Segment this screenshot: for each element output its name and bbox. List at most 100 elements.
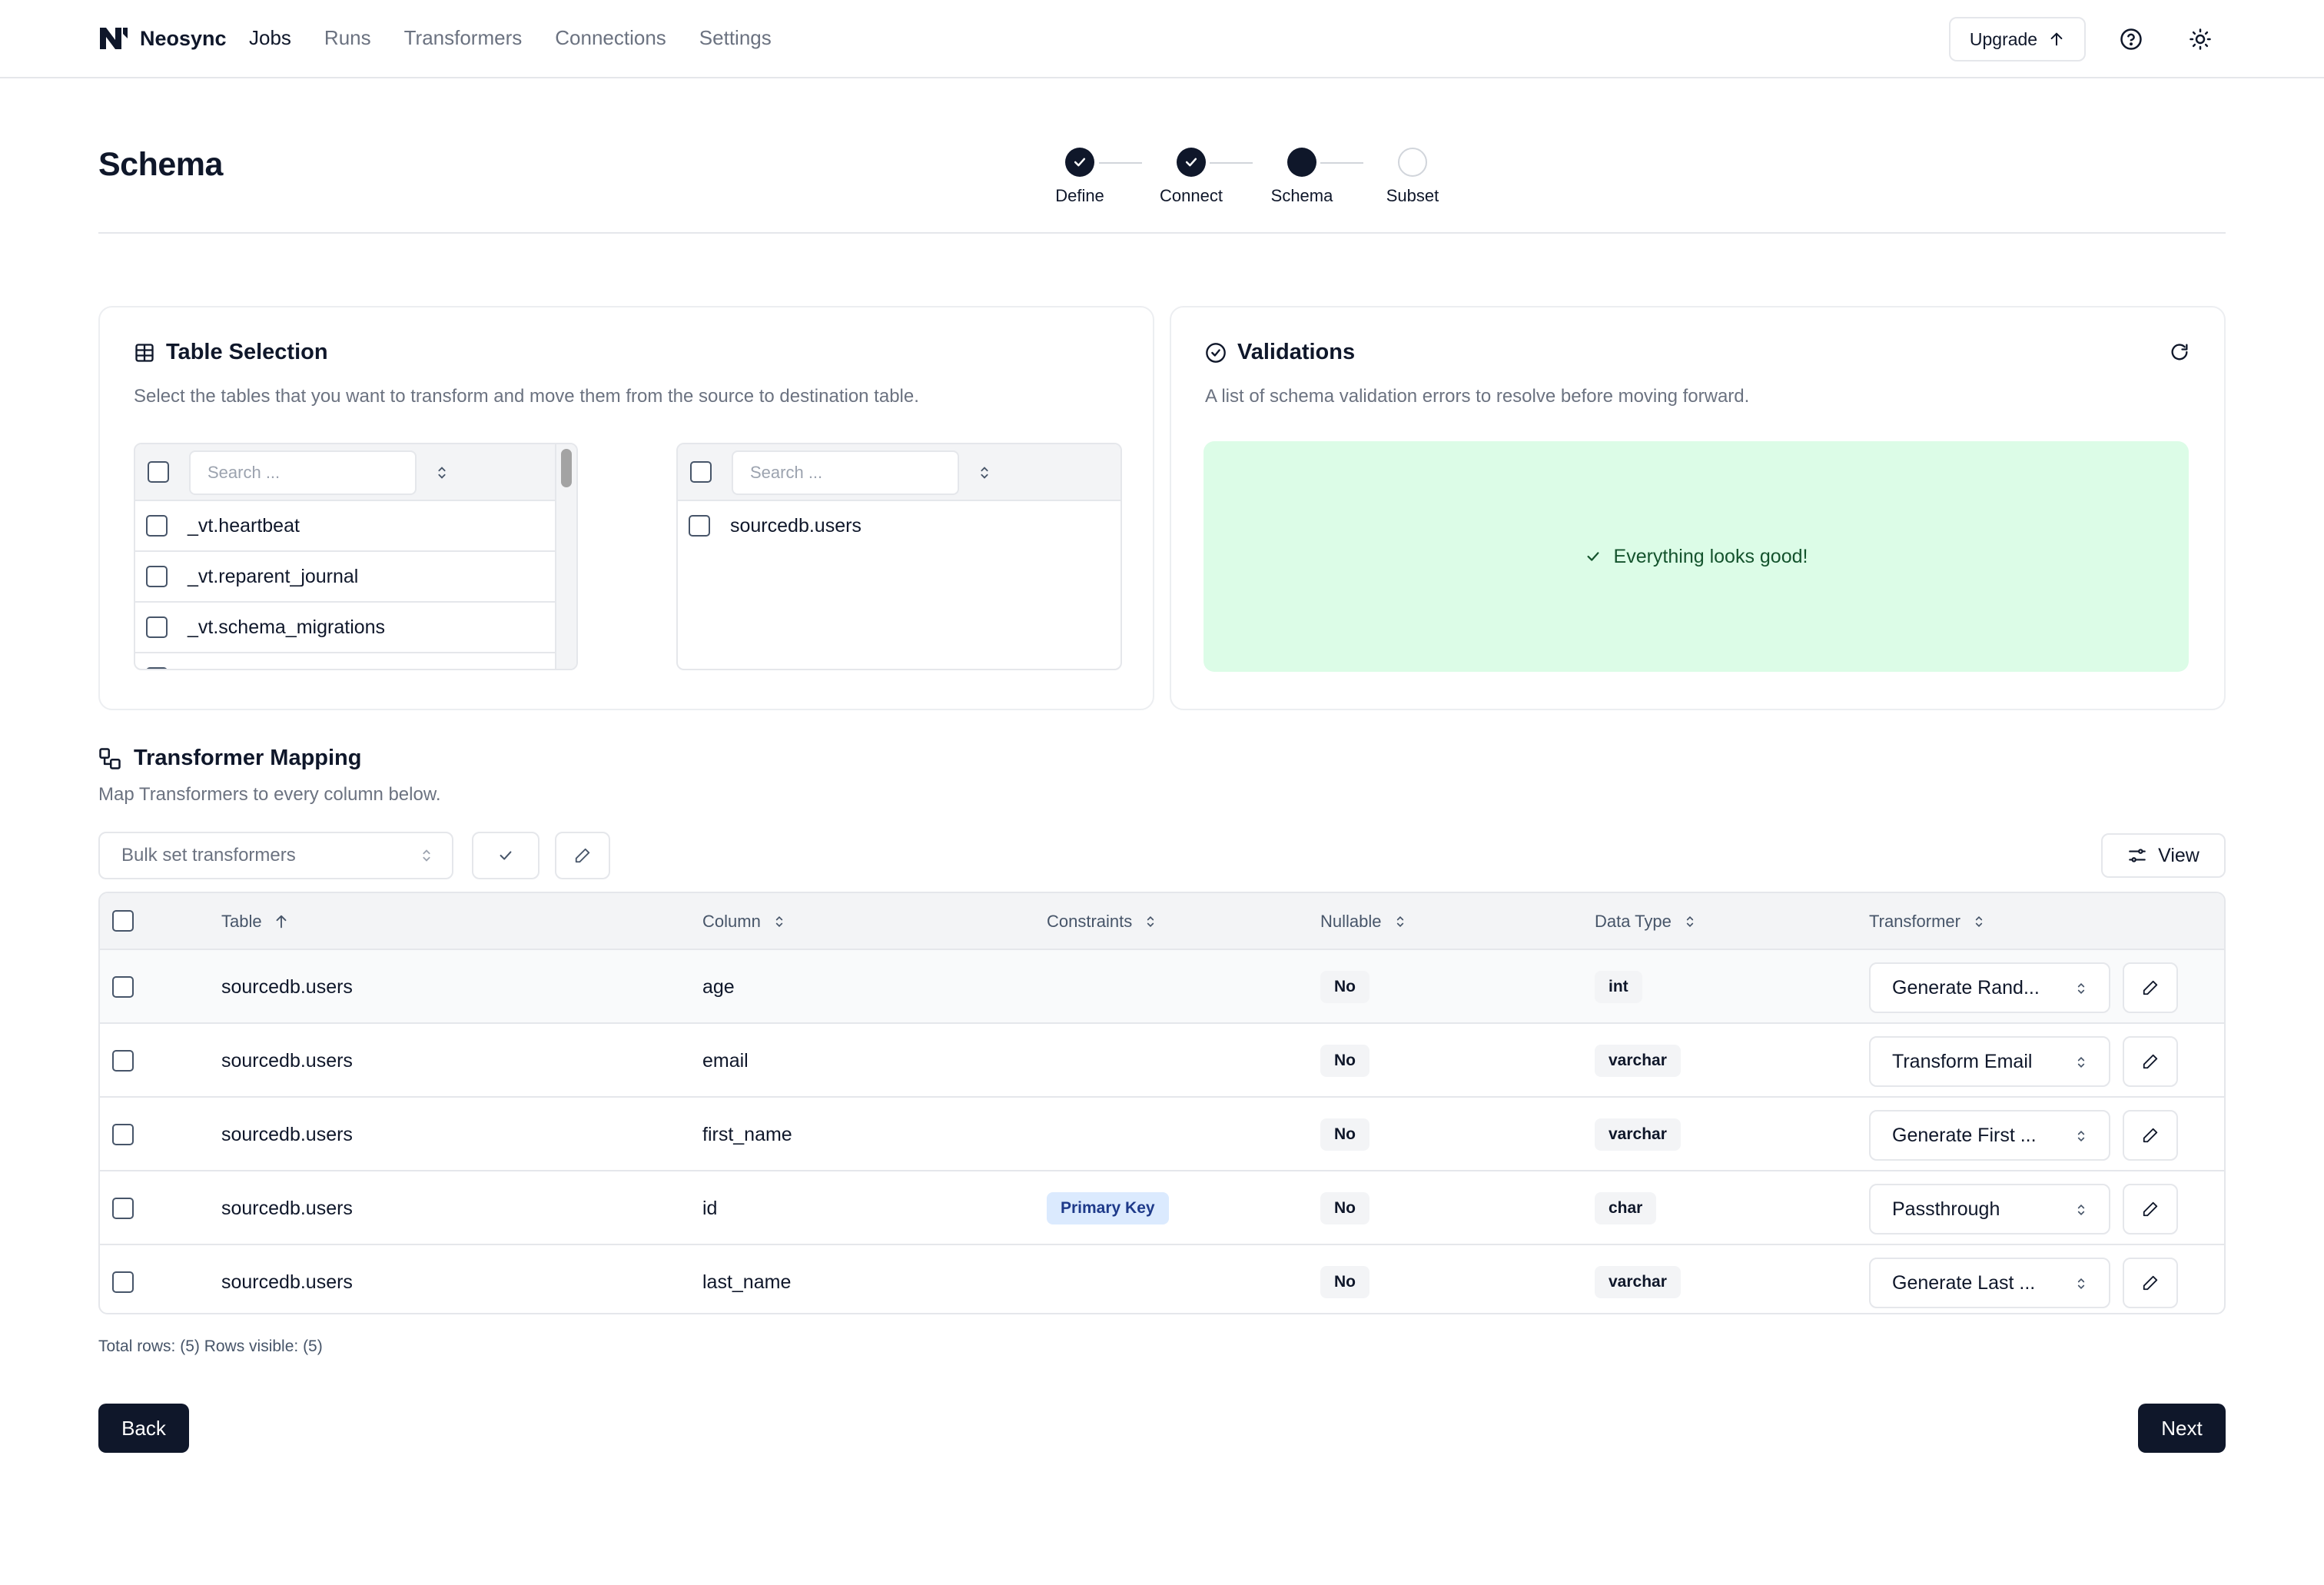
sliders-icon: [2129, 849, 2146, 862]
list-item[interactable]: sourcedb.users: [678, 501, 1120, 552]
nullable-badge: No: [1320, 1192, 1370, 1224]
app-logo[interactable]: Neosync: [98, 23, 227, 54]
table-row[interactable]: sourcedb.users id Primary Key No char Pa…: [100, 1171, 2224, 1245]
cell-column: age: [702, 976, 735, 998]
destination-search-input[interactable]: Search ...: [732, 450, 959, 495]
sort-icon[interactable]: [976, 463, 993, 483]
bulk-edit-button[interactable]: [555, 832, 610, 879]
transformer-select[interactable]: Transform Email: [1869, 1036, 2110, 1087]
step-connect: Connect: [1134, 148, 1249, 206]
arrow-up-icon: [2050, 32, 2063, 46]
cell-column: id: [702, 1198, 718, 1219]
destination-select-all-checkbox[interactable]: [690, 461, 712, 483]
item-checkbox[interactable]: [146, 667, 168, 669]
item-checkbox[interactable]: [146, 566, 168, 587]
header-label: Data Type: [1595, 912, 1672, 931]
edit-transformer-button[interactable]: [2123, 1036, 2178, 1087]
item-checkbox[interactable]: [689, 515, 710, 537]
step-schema: Schema: [1244, 148, 1360, 206]
chevron-up-down-icon: [2077, 1056, 2085, 1068]
header-label: Constraints: [1047, 912, 1133, 931]
item-checkbox[interactable]: [146, 616, 168, 638]
transformer-select[interactable]: Generate First ...: [1869, 1110, 2110, 1161]
source-list-header: Search ...: [135, 444, 576, 501]
validations-title: Validations: [1205, 340, 1355, 365]
table-row[interactable]: sourcedb.users last_name No varchar Gene…: [100, 1245, 2224, 1313]
cell-table: sourcedb.users: [221, 1050, 353, 1072]
edit-transformer-button[interactable]: [2123, 962, 2178, 1013]
back-button[interactable]: Back: [98, 1404, 189, 1453]
cell-column: email: [702, 1050, 749, 1072]
section-title-text: Transformer Mapping: [134, 746, 362, 770]
sort-icon: [1396, 915, 1403, 928]
nav-jobs[interactable]: Jobs: [249, 26, 291, 50]
row-checkbox[interactable]: [112, 1124, 134, 1145]
row-checkbox[interactable]: [112, 1198, 134, 1219]
refresh-button[interactable]: [2166, 338, 2193, 366]
list-item[interactable]: _vt.schema_migrations: [135, 603, 576, 653]
step-complete-indicator: [1065, 148, 1094, 177]
row-checkbox[interactable]: [112, 1271, 134, 1293]
next-button[interactable]: Next: [2138, 1404, 2226, 1453]
source-list-scrollbar[interactable]: [555, 444, 576, 669]
bulk-apply-button[interactable]: [472, 832, 540, 879]
list-item[interactable]: _vt.reparent_journal: [135, 552, 576, 603]
view-options-button[interactable]: View: [2101, 833, 2226, 878]
column-header-table[interactable]: Table: [221, 912, 290, 932]
column-header-transformer[interactable]: Transformer: [1869, 912, 1987, 932]
edit-transformer-button[interactable]: [2123, 1110, 2178, 1161]
row-checkbox[interactable]: [112, 1050, 134, 1072]
transformer-select[interactable]: Generate Rand...: [1869, 962, 2110, 1013]
column-header-data-type[interactable]: Data Type: [1595, 912, 1698, 932]
table-selection-card: Table Selection Select the tables that y…: [98, 306, 1154, 710]
data-type-badge: varchar: [1595, 1045, 1681, 1077]
item-checkbox[interactable]: [146, 515, 168, 537]
table-row[interactable]: sourcedb.users age No int Generate Rand.…: [100, 950, 2224, 1024]
pencil-icon: [575, 848, 590, 863]
sort-icon[interactable]: [433, 463, 450, 483]
nav-transformers[interactable]: Transformers: [404, 26, 523, 50]
row-checkbox[interactable]: [112, 976, 134, 998]
nullable-badge: No: [1320, 1266, 1370, 1298]
check-icon: [500, 851, 512, 860]
step-label: Subset: [1386, 186, 1439, 205]
step-current-indicator: [1287, 148, 1316, 177]
source-select-all-checkbox[interactable]: [148, 461, 169, 483]
bulk-transformer-select[interactable]: Bulk set transformers: [98, 832, 453, 879]
refresh-icon: [2171, 344, 2188, 361]
theme-toggle-button[interactable]: [2181, 20, 2219, 58]
sort-ascending-icon: [276, 915, 287, 929]
transformer-select-value: Passthrough: [1892, 1198, 2000, 1220]
list-item-partial[interactable]: [135, 653, 576, 669]
transformer-select[interactable]: Passthrough: [1869, 1184, 2110, 1234]
destination-list-header: Search ...: [678, 444, 1120, 501]
edit-transformer-button[interactable]: [2123, 1258, 2178, 1308]
scrollbar-thumb[interactable]: [561, 449, 572, 487]
column-header-nullable[interactable]: Nullable: [1320, 912, 1408, 932]
table-row[interactable]: sourcedb.users first_name No varchar Gen…: [100, 1098, 2224, 1171]
nav-settings[interactable]: Settings: [699, 26, 772, 50]
select-all-rows-checkbox[interactable]: [112, 910, 134, 932]
transformer-select[interactable]: Generate Last ...: [1869, 1258, 2110, 1308]
check-circle-icon: [1206, 342, 1226, 363]
table-row[interactable]: sourcedb.users email No varchar Transfor…: [100, 1024, 2224, 1098]
sun-icon: [2190, 28, 2211, 50]
table-header-row: Table Column Constraints Nullable Data T…: [100, 893, 2224, 950]
nav-runs[interactable]: Runs: [324, 26, 371, 50]
validations-card: Validations A list of schema validation …: [1170, 306, 2226, 710]
column-header-constraints[interactable]: Constraints: [1047, 912, 1158, 932]
neosync-logo-icon: [100, 28, 128, 49]
upgrade-button[interactable]: Upgrade: [1949, 17, 2086, 61]
table-selection-description: Select the tables that you want to trans…: [134, 386, 919, 407]
nullable-badge: No: [1320, 971, 1370, 1003]
sort-icon: [1686, 915, 1694, 928]
nullable-badge: No: [1320, 1045, 1370, 1077]
constraint-badge: Primary Key: [1047, 1192, 1169, 1224]
help-button[interactable]: [2112, 20, 2150, 58]
source-search-input[interactable]: Search ...: [189, 450, 417, 495]
list-item[interactable]: _vt.heartbeat: [135, 501, 576, 552]
nav-connections[interactable]: Connections: [555, 26, 666, 50]
edit-transformer-button[interactable]: [2123, 1184, 2178, 1234]
data-type-badge: int: [1595, 971, 1642, 1003]
column-header-column[interactable]: Column: [702, 912, 787, 932]
